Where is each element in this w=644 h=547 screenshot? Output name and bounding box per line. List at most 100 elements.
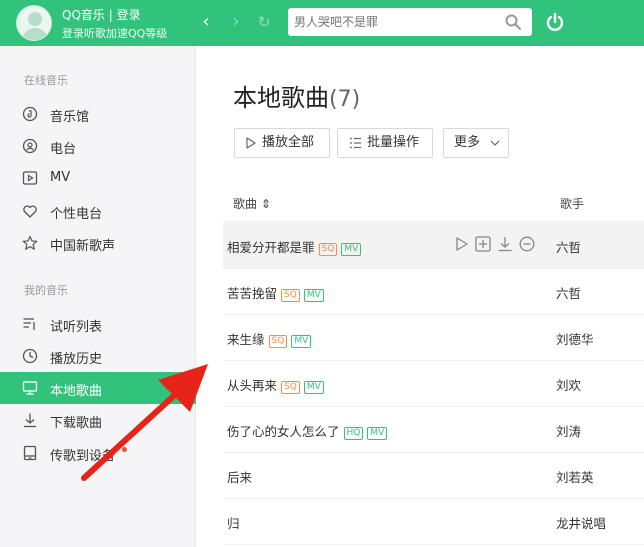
hq-badge: HQ	[343, 427, 364, 440]
refresh-icon: ↻	[257, 13, 271, 31]
sidebar-item-label: 试听列表	[50, 320, 103, 335]
avatar[interactable]	[16, 5, 52, 41]
batch-label: 批量操作	[367, 135, 420, 150]
search-icon[interactable]	[504, 13, 522, 31]
table-row[interactable]: 后来 刘若英	[223, 453, 644, 499]
sidebar-item-label: 本地歌曲	[50, 384, 103, 399]
avatar-body	[22, 28, 48, 40]
column-song[interactable]: 歌曲 ⇕	[233, 195, 271, 212]
playlist-icon	[23, 318, 35, 330]
table-row[interactable]: 伤了心的女人怎么了 HQ MV 刘涛	[223, 407, 644, 453]
search-box[interactable]	[288, 8, 532, 36]
device-icon	[23, 445, 37, 461]
row-actions	[455, 236, 545, 256]
avatar-head	[28, 12, 42, 26]
table-row[interactable]: 相爱分开都是罪 SQ MV 六哲	[223, 223, 644, 269]
column-artist[interactable]: 歌手	[560, 195, 584, 212]
song-artist[interactable]: 刘若英	[556, 467, 594, 486]
chevron-down-icon	[490, 140, 500, 146]
song-artist[interactable]: 六哲	[556, 237, 581, 256]
song-title[interactable]: 伤了心的女人怎么了 HQ MV	[227, 421, 388, 440]
mv-badge[interactable]: MV	[303, 381, 324, 394]
table-row[interactable]: 从头再来 SQ MV 刘欢	[223, 361, 644, 407]
sq-badge: SQ	[318, 243, 338, 256]
notification-dot	[122, 447, 127, 452]
sidebar-item-local-songs[interactable]: 本地歌曲	[0, 372, 196, 404]
login-subtitle: 登录听歌加速QQ等级	[62, 27, 168, 40]
song-title[interactable]: 从头再来 SQ MV	[227, 375, 324, 394]
login-link[interactable]: QQ音乐 | 登录	[62, 6, 141, 23]
star-icon	[22, 235, 38, 250]
sidebar-item-trial-list[interactable]: 试听列表	[0, 308, 196, 340]
sidebar-item-label: MV	[50, 170, 71, 185]
sidebar-item-radio[interactable]: 电台	[0, 130, 196, 162]
song-artist[interactable]: 刘涛	[556, 421, 581, 440]
play-all-label: 播放全部	[262, 135, 315, 150]
search-input[interactable]	[294, 8, 494, 36]
clock-icon	[22, 348, 38, 364]
sidebar-item-mv[interactable]: MV	[0, 162, 196, 194]
table-row[interactable]: 苦苦挽留 SQ MV 六哲	[223, 269, 644, 315]
list-icon	[350, 137, 361, 149]
remove-icon[interactable]	[519, 236, 535, 252]
sq-badge: SQ	[268, 335, 288, 348]
page-title-text: 本地歌曲	[233, 84, 329, 112]
song-count: (7)	[329, 87, 361, 112]
mv-badge[interactable]: MV	[341, 243, 362, 256]
refresh-button[interactable]: ↻	[253, 11, 275, 33]
back-icon: ‹	[202, 11, 210, 32]
sidebar-item-downloads[interactable]: 下载歌曲	[0, 404, 196, 436]
radio-icon	[22, 138, 38, 154]
sidebar-item-label: 中国新歌声	[50, 239, 116, 254]
download-icon	[24, 413, 36, 428]
sidebar-item-label: 下载歌曲	[50, 416, 103, 431]
play-all-button[interactable]: 播放全部	[234, 128, 330, 158]
batch-operation-button[interactable]: 批量操作	[337, 128, 433, 158]
sidebar-item-transfer-device[interactable]: 传歌到设备	[0, 437, 196, 469]
song-title[interactable]: 相爱分开都是罪 SQ MV	[227, 237, 362, 256]
table-header: 歌曲 ⇕ 歌手	[223, 186, 644, 222]
sidebar-item-music-hall[interactable]: 音乐馆	[0, 98, 196, 130]
song-artist[interactable]: 刘德华	[556, 329, 594, 348]
sidebar-item-label: 音乐馆	[50, 110, 90, 125]
play-icon[interactable]	[455, 236, 469, 252]
download-icon[interactable]	[497, 236, 513, 252]
mv-badge[interactable]: MV	[291, 335, 312, 348]
table-row[interactable]: 归 龙井说唱	[223, 499, 644, 545]
song-artist[interactable]: 六哲	[556, 283, 581, 302]
song-artist[interactable]: 刘欢	[556, 375, 581, 394]
song-title[interactable]: 归	[227, 513, 240, 532]
mv-badge[interactable]: MV	[367, 427, 388, 440]
song-title[interactable]: 苦苦挽留 SQ MV	[227, 283, 324, 302]
sidebar-item-label: 传歌到设备	[50, 449, 116, 464]
add-icon[interactable]	[475, 236, 491, 252]
section-online-music: 在线音乐	[24, 74, 68, 87]
sidebar-item-play-history[interactable]: 播放历史	[0, 340, 196, 372]
sidebar: 在线音乐 音乐馆 电台 MV 个性电台 中国新歌声 我的音乐 试听列表 播放历史…	[0, 46, 196, 547]
mv-badge[interactable]: MV	[303, 289, 324, 302]
song-title[interactable]: 来生缘 SQ MV	[227, 329, 312, 348]
forward-button[interactable]: ›	[225, 11, 247, 33]
section-my-music: 我的音乐	[24, 284, 68, 297]
power-icon[interactable]	[545, 12, 565, 32]
top-bar: QQ音乐 | 登录 登录听歌加速QQ等级 ‹ › ↻	[0, 0, 644, 46]
music-hall-icon	[22, 106, 38, 122]
song-artist[interactable]: 龙井说唱	[556, 513, 606, 532]
sidebar-item-label: 电台	[50, 142, 77, 157]
monitor-icon	[22, 381, 38, 395]
sq-badge: SQ	[281, 381, 300, 394]
play-icon	[246, 137, 256, 149]
sidebar-item-personal-radio[interactable]: 个性电台	[0, 195, 196, 227]
more-label: 更多	[454, 135, 481, 150]
table-row[interactable]: 来生缘 SQ MV 刘德华	[223, 315, 644, 361]
sidebar-item-new-voice[interactable]: 中国新歌声	[0, 227, 196, 259]
mv-icon	[22, 171, 38, 185]
sidebar-item-label: 播放历史	[50, 352, 103, 367]
song-title[interactable]: 后来	[227, 467, 252, 486]
heart-icon	[23, 205, 37, 218]
page-title: 本地歌曲(7)	[233, 78, 360, 113]
back-button[interactable]: ‹	[195, 11, 217, 33]
forward-icon: ›	[232, 11, 240, 32]
more-button[interactable]: 更多	[443, 128, 509, 158]
sq-badge: SQ	[281, 289, 300, 302]
